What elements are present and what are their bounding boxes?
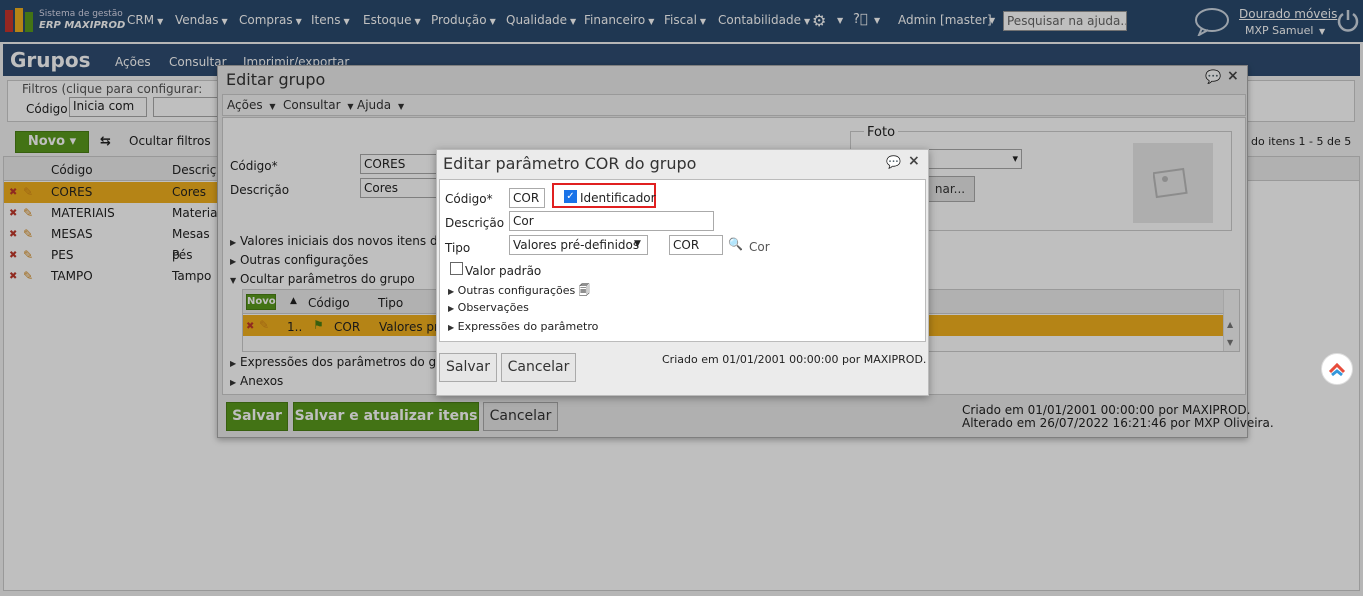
identificador-label[interactable]: Identificador [580,191,656,205]
pd-tipo-select[interactable]: Valores pré-definidos [509,235,648,255]
valor-padrao-label[interactable]: Valor padrão [465,264,541,278]
pd-cancel-button[interactable]: Cancelar [501,353,576,382]
pd-codigo-label: Código* [445,192,493,206]
close-icon[interactable]: × [908,153,920,169]
comment-icon[interactable]: 💬 [886,155,901,169]
pd-section-expressions[interactable]: ▶ Expressões do parâmetro [448,320,598,333]
pd-save-button[interactable]: Salvar [439,353,497,382]
valor-padrao-checkbox[interactable] [450,262,463,275]
pd-descricao-input[interactable]: Cor [509,211,714,231]
pd-lookup-input[interactable]: COR [669,235,723,255]
support-icon[interactable] [1327,359,1347,379]
search-icon[interactable]: 🔍 [728,237,743,251]
pd-codigo-input[interactable]: COR [509,188,545,208]
pd-tipo-label: Tipo [445,241,471,255]
edit-param-title: Editar parâmetro COR do grupo [443,154,697,173]
pd-created-info: Criado em 01/01/2001 00:00:00 por MAXIPR… [662,353,927,366]
pd-section-obs[interactable]: ▶ Observações [448,301,529,314]
pd-section-other[interactable]: ▶ Outras configurações 🗐 [448,282,590,301]
identificador-checkbox[interactable]: ✓ [564,190,577,203]
document-icon[interactable]: 🗐 [579,284,590,297]
chevron-down-icon[interactable]: ▼ [634,239,641,249]
pd-lookup-text: Cor [749,240,770,254]
pd-descricao-label: Descrição [445,216,505,230]
